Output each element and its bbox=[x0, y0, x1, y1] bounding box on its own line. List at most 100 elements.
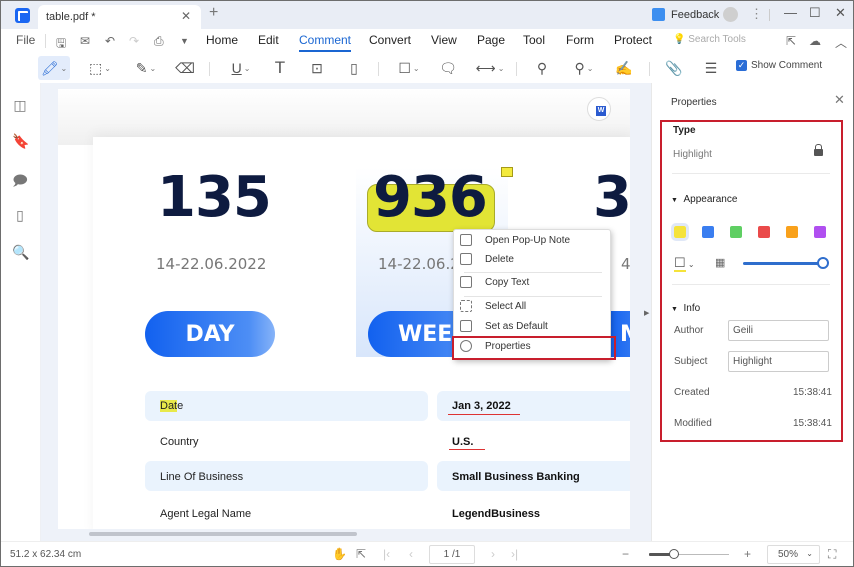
file-menu[interactable]: File bbox=[16, 33, 35, 47]
new-tab-button[interactable]: + bbox=[209, 4, 218, 22]
highlight-tool-button[interactable]: 🖍 ⌄ bbox=[38, 56, 70, 80]
opacity-slider-track[interactable] bbox=[743, 262, 823, 265]
underline-tool-button[interactable]: U ⌄ bbox=[227, 56, 255, 80]
menu-comment[interactable]: Comment bbox=[299, 33, 352, 52]
day-button[interactable]: DAY bbox=[145, 311, 275, 357]
user-avatar[interactable] bbox=[723, 7, 738, 22]
comment-list-button[interactable]: ☰ bbox=[701, 56, 721, 80]
bookmark-icon[interactable]: 🔖 bbox=[12, 133, 29, 149]
zoom-out-button[interactable]: − bbox=[622, 547, 629, 561]
lock-icon[interactable] bbox=[814, 144, 823, 156]
color-swatch-red[interactable] bbox=[758, 226, 770, 238]
menu-tool[interactable]: Tool bbox=[523, 33, 545, 47]
highlighted-text[interactable]: Dat bbox=[160, 400, 178, 412]
table-value-agent: LegendBusiness bbox=[452, 508, 541, 520]
upload-cloud-icon[interactable]: ☁ bbox=[809, 34, 821, 48]
select-tool-icon[interactable]: ⇱ bbox=[356, 547, 366, 561]
hand-tool-icon[interactable]: ✋ bbox=[332, 547, 347, 561]
convert-to-word-icon[interactable] bbox=[587, 97, 611, 121]
measure-tool-button[interactable]: ⟷ ⌄ bbox=[475, 56, 505, 80]
zoom-select[interactable]: 50% ⌄ bbox=[767, 545, 820, 564]
squiggly-annotation[interactable] bbox=[449, 448, 485, 450]
subject-input[interactable]: Highlight bbox=[728, 351, 829, 372]
zoom-slider-handle[interactable] bbox=[669, 549, 679, 559]
menu-convert[interactable]: Convert bbox=[369, 33, 411, 47]
callout-tool-button[interactable]: ▯ bbox=[344, 56, 364, 80]
sign-icon: ✍ bbox=[615, 59, 633, 76]
area-highlight-tool-button[interactable]: ⬚ ⌄ bbox=[85, 56, 115, 80]
pencil-tool-button[interactable]: ✎ ⌄ bbox=[131, 56, 161, 80]
horizontal-scrollbar[interactable] bbox=[89, 532, 357, 536]
note-annotation-icon[interactable] bbox=[501, 167, 513, 177]
feedback-link[interactable]: Feedback bbox=[671, 9, 719, 21]
more-icon[interactable]: ⋮ bbox=[750, 6, 763, 22]
close-window-button[interactable]: ✕ bbox=[835, 5, 846, 21]
color-swatch-orange[interactable] bbox=[786, 226, 798, 238]
show-comment-checkbox[interactable]: ✓ bbox=[736, 60, 747, 71]
stamp-tool-button[interactable]: ⚲ bbox=[532, 56, 552, 80]
last-page-icon[interactable]: ›| bbox=[511, 547, 518, 561]
print-icon[interactable]: ⎙ bbox=[154, 34, 164, 49]
share-icon[interactable]: ⇱ bbox=[786, 34, 796, 48]
app-logo-icon bbox=[15, 8, 30, 23]
document-tab[interactable]: table.pdf * ✕ bbox=[38, 5, 201, 29]
feedback-icon[interactable] bbox=[652, 8, 665, 21]
color-swatch-yellow[interactable] bbox=[671, 223, 689, 241]
next-page-icon[interactable]: › bbox=[491, 547, 495, 561]
zoom-in-button[interactable]: + bbox=[744, 547, 751, 561]
menu-item-copy-text[interactable]: Copy Text bbox=[454, 273, 612, 293]
close-tab-icon[interactable]: ✕ bbox=[181, 9, 191, 23]
color-swatch-green[interactable] bbox=[730, 226, 742, 238]
note-tool-button[interactable]: 🗨 bbox=[438, 56, 458, 80]
color-swatch-blue[interactable] bbox=[702, 226, 714, 238]
mail-icon[interactable]: ✉ bbox=[80, 34, 90, 48]
search-tools-input[interactable]: 💡 Search Tools bbox=[673, 34, 746, 45]
comment-list-icon: ☰ bbox=[704, 59, 718, 76]
signature-stamp-tool-button[interactable]: ⚲ ⌄ bbox=[568, 56, 600, 80]
quick-access-dropdown-icon[interactable]: ▼ bbox=[180, 36, 189, 46]
page-number-input[interactable]: 1 /1 bbox=[429, 545, 475, 564]
minimize-button[interactable]: — bbox=[784, 5, 797, 20]
attachment-tool-button[interactable]: 📎 bbox=[664, 56, 684, 80]
underline-icon: U bbox=[231, 60, 242, 76]
undo-icon[interactable]: ↶ bbox=[105, 34, 115, 48]
sign-tool-button[interactable]: ✍ bbox=[614, 56, 634, 80]
redo-icon[interactable]: ↷ bbox=[129, 34, 139, 48]
author-input[interactable]: Geili bbox=[728, 320, 829, 341]
thumbnails-icon[interactable]: ◫ bbox=[12, 97, 28, 113]
textbox-tool-button[interactable]: ⊡ bbox=[307, 56, 327, 80]
menu-item-set-as-default[interactable]: Set as Default bbox=[454, 317, 612, 337]
text-tool-button[interactable]: T bbox=[270, 56, 290, 80]
menu-view[interactable]: View bbox=[431, 33, 457, 47]
comments-icon[interactable]: 🗩 bbox=[12, 170, 28, 188]
collapse-ribbon-icon[interactable]: ︿ bbox=[835, 34, 847, 51]
shape-tool-button[interactable]: ☐ ⌄ bbox=[395, 56, 423, 80]
attachments-panel-icon[interactable]: ▯ bbox=[12, 207, 28, 223]
fit-page-icon[interactable]: ⛶ bbox=[828, 547, 836, 562]
menu-item-select-all[interactable]: Select All bbox=[454, 297, 612, 317]
info-heading[interactable]: ▼ Info bbox=[671, 303, 700, 314]
eraser-tool-button[interactable]: ⌫ bbox=[175, 56, 195, 80]
menu-page[interactable]: Page bbox=[477, 33, 505, 47]
opacity-slider-handle[interactable] bbox=[817, 257, 829, 269]
menu-form[interactable]: Form bbox=[566, 33, 594, 47]
status-bar: 51.2 x 62.34 cm ✋ ⇱ |‹ ‹ 1 /1 › ›| − + 5… bbox=[1, 541, 853, 566]
show-comment-label[interactable]: Show Comment bbox=[751, 60, 822, 71]
search-icon[interactable]: 🔍 bbox=[12, 244, 29, 260]
menu-home[interactable]: Home bbox=[206, 33, 238, 47]
save-icon[interactable]: 🖫 bbox=[56, 34, 66, 55]
menu-edit[interactable]: Edit bbox=[258, 33, 279, 47]
menu-protect[interactable]: Protect bbox=[614, 33, 652, 47]
menu-item-delete[interactable]: Delete bbox=[454, 250, 612, 270]
expand-right-panel-icon[interactable]: ▶ bbox=[644, 309, 649, 317]
menu-item-open-popup-note[interactable]: Open Pop-Up Note bbox=[454, 231, 612, 251]
appearance-heading[interactable]: ▼ Appearance bbox=[671, 194, 737, 205]
first-page-icon[interactable]: |‹ bbox=[383, 547, 390, 561]
prev-page-icon[interactable]: ‹ bbox=[409, 547, 413, 561]
squiggly-annotation[interactable] bbox=[448, 413, 520, 415]
close-panel-icon[interactable]: ✕ bbox=[834, 92, 845, 108]
chevron-down-icon: ⌄ bbox=[586, 63, 594, 73]
maximize-button[interactable]: ☐ bbox=[809, 5, 821, 21]
color-swatch-purple[interactable] bbox=[814, 226, 826, 238]
color-picker-button[interactable]: ☐ ⌄ bbox=[674, 255, 695, 272]
